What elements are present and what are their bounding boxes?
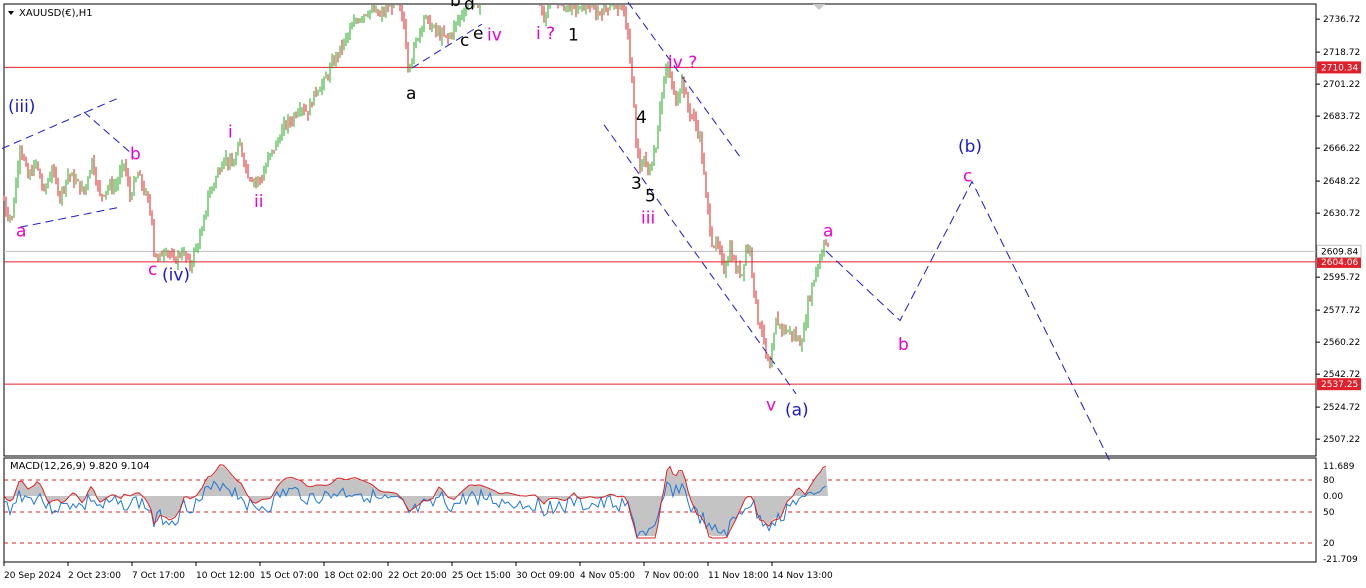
wave-label: 4 (636, 108, 647, 128)
wave-label: 1 (568, 26, 579, 46)
wave-label: a (823, 221, 833, 241)
wave-label: c (963, 167, 972, 187)
x-tick-label: 4 Nov 05:00 (580, 571, 635, 581)
x-tick-label: 7 Oct 17:00 (132, 571, 185, 581)
x-tick-label: 30 Oct 09:00 (516, 571, 575, 581)
level-tag-label: 2710.34 (1321, 63, 1358, 73)
y-tick-label: 2648.22 (1323, 177, 1360, 187)
wave-label: iv (487, 26, 502, 46)
x-tick-label: 10 Oct 12:00 (196, 571, 255, 581)
wave-label: i ? (536, 24, 555, 44)
wave-label: a (406, 84, 416, 104)
current-price-label: 2609.84 (1321, 247, 1358, 257)
wave-label: b (130, 145, 141, 165)
y-tick-label: 2736.72 (1323, 15, 1360, 25)
y-tick-label: 2595.72 (1323, 273, 1360, 283)
y-tick-label: 2718.72 (1323, 48, 1360, 58)
y-tick-label: 2683.72 (1323, 112, 1360, 122)
level-tag-label: 2604.06 (1321, 258, 1358, 268)
macd-tick-label: 0.00 (1323, 492, 1343, 502)
price-chart[interactable]: XAUUSD(€),H1 MACD(12,26,9) 9.820 9.104 (… (0, 0, 1366, 588)
wave-label: b (898, 335, 909, 355)
y-tick-label: 2524.72 (1323, 403, 1360, 413)
macd-label: MACD(12,26,9) 9.820 9.104 (10, 461, 150, 472)
macd-tick-label: 11.689 (1323, 462, 1355, 472)
macd-tick-label: 50 (1323, 508, 1335, 518)
wave-label: iii (641, 209, 655, 229)
wave-label: iv ? (668, 53, 697, 73)
x-tick-label: 11 Nov 18:00 (708, 571, 769, 581)
wave-label: 5 (645, 187, 656, 207)
wave-label: i (228, 123, 233, 143)
wave-label: b (450, 0, 461, 11)
x-tick-label: 25 Oct 15:00 (452, 571, 511, 581)
wave-label: (iii) (8, 97, 35, 117)
y-tick-label: 2560.22 (1323, 338, 1360, 348)
level-tag-label: 2537.25 (1321, 380, 1358, 390)
wave-label: e (473, 24, 483, 44)
symbol-label: XAUUSD(€),H1 (19, 8, 93, 19)
x-tick-label: 18 Oct 02:00 (324, 571, 383, 581)
x-tick-label: 22 Oct 20:00 (388, 571, 447, 581)
wave-label: 3 (631, 174, 642, 194)
wave-label: a (16, 221, 26, 241)
x-tick-label: 14 Nov 13:00 (772, 571, 833, 581)
wave-label: (b) (958, 137, 982, 157)
wave-label: ii (254, 192, 263, 212)
wave-label: (a) (785, 401, 809, 421)
wave-label: v (766, 395, 776, 415)
y-tick-label: 2507.22 (1323, 435, 1360, 445)
x-tick-label: 15 Oct 07:00 (260, 571, 319, 581)
y-tick-label: 2701.22 (1323, 80, 1360, 90)
macd-tick-label: -21.709 (1323, 555, 1358, 565)
y-tick-label: 2666.22 (1323, 144, 1360, 154)
y-tick-label: 2630.72 (1323, 209, 1360, 219)
x-tick-label: 20 Sep 2024 (4, 571, 61, 581)
x-tick-label: 7 Nov 00:00 (644, 571, 699, 581)
wave-label: c (148, 260, 157, 280)
wave-label: c (460, 31, 469, 51)
price-panel (3, 3, 1317, 457)
macd-tick-label: 80 (1323, 476, 1335, 486)
wave-label: d (464, 0, 475, 14)
x-tick-label: 2 Oct 23:00 (68, 571, 121, 581)
wave-label: (iv) (162, 265, 190, 285)
y-tick-label: 2577.72 (1323, 306, 1360, 316)
macd-tick-label: 20 (1323, 539, 1335, 549)
